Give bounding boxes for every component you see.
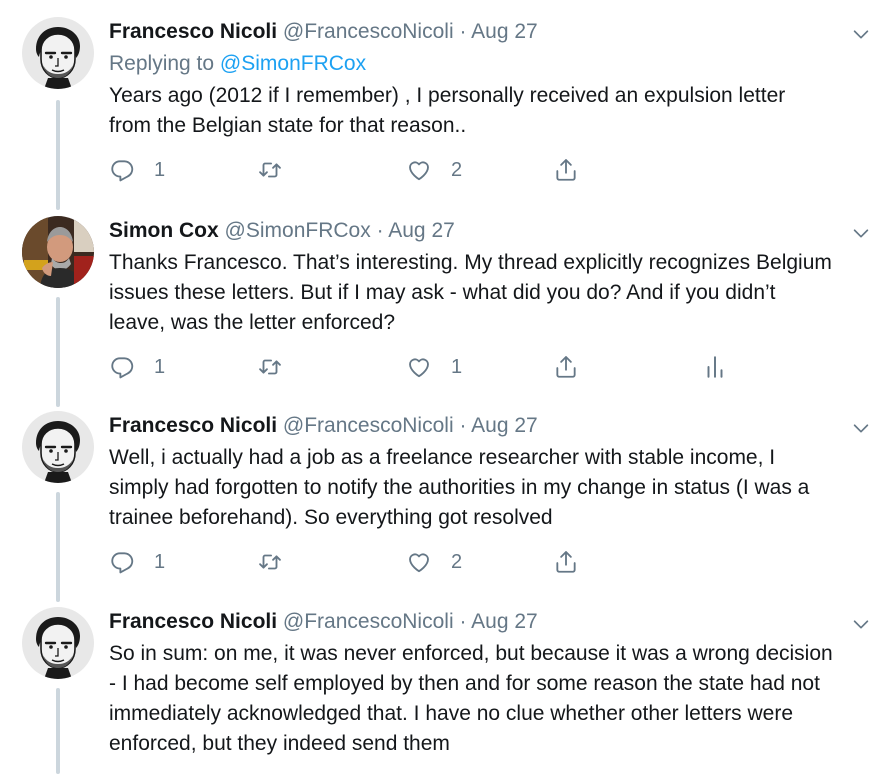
tweet-text: Well, i actually had a job as a freelanc… [109,443,879,533]
separator: · [459,414,467,437]
retweet-icon [257,549,283,575]
separator: · [459,610,467,633]
avatar[interactable] [22,216,94,288]
tweet-text-line: So in sum: on me, it was never enforced,… [109,642,833,665]
thread-line [56,297,60,407]
tweet-text: Years ago (2012 if I remember) , I perso… [109,81,879,141]
tweet-text-line: simply had forgotten to notify the autho… [109,476,810,499]
replying-prefix: Replying to [109,52,215,75]
tweet-actions: 1 1 [109,352,869,382]
like-count: 1 [451,355,463,378]
reply-button[interactable]: 1 [109,155,165,185]
like-button[interactable]: 2 [406,547,462,577]
author-name[interactable]: Francesco Nicoli [109,20,277,43]
like-count: 2 [451,550,463,573]
retweet-button[interactable] [257,155,283,185]
thread-line [56,100,60,210]
reply-icon [109,549,135,575]
tweet-text-line: enforced, but they indeed send them [109,732,450,755]
avatar[interactable] [22,607,94,679]
like-button[interactable]: 1 [406,352,462,382]
tweet-header: Simon Cox @SimonFRCox · Aug 27 [109,216,455,246]
replying-to: Replying to @SimonFRCox [109,49,366,79]
author-handle[interactable]: @FrancescoNicoli [283,20,454,43]
reply-button[interactable]: 1 [109,352,165,382]
avatar[interactable] [22,411,94,483]
share-button[interactable] [553,155,579,185]
tweet-text-line: Well, i actually had a job as a freelanc… [109,446,776,469]
reply-icon [109,157,135,183]
author-handle[interactable]: @FrancescoNicoli [283,414,454,437]
separator: · [376,219,384,242]
tweet-actions: 1 2 [109,547,869,577]
analytics-icon [702,354,728,380]
tweet-text-line: issues these letters. But if I may ask -… [109,281,776,304]
reply-count: 1 [154,355,166,378]
heart-icon [406,157,432,183]
tweet-text-line: leave, was the letter enforced? [109,311,396,334]
reply-count: 1 [154,158,166,181]
tweet-header: Francesco Nicoli @FrancescoNicoli · Aug … [109,411,538,441]
tweet-date[interactable]: Aug 27 [471,20,538,43]
like-count: 2 [451,158,463,181]
tweet-actions: 1 2 [109,155,869,185]
separator: · [459,20,467,43]
tweet-text-line: from the Belgian state for that reason.. [109,114,467,137]
share-button[interactable] [553,547,579,577]
author-handle[interactable]: @SimonFRCox [225,219,371,242]
tweet-text: Thanks Francesco. That’s interesting. My… [109,248,879,338]
share-icon [553,354,579,380]
thread-line [56,688,60,774]
reply-count: 1 [154,550,166,573]
tweet-text-line: Years ago (2012 if I remember) , I perso… [109,84,786,107]
share-button[interactable] [553,352,579,382]
tweet-date[interactable]: Aug 27 [388,219,455,242]
tweet-header: Francesco Nicoli @FrancescoNicoli · Aug … [109,607,538,637]
reply-icon [109,354,135,380]
heart-icon [406,354,432,380]
tweet-text: So in sum: on me, it was never enforced,… [109,639,879,759]
chevron-down-icon[interactable] [850,417,872,439]
like-button[interactable]: 2 [406,155,462,185]
tweet-text-line: Thanks Francesco. That’s interesting. My… [109,251,832,274]
share-icon [553,549,579,575]
thread-line [56,492,60,602]
author-handle[interactable]: @FrancescoNicoli [283,610,454,633]
replying-to-link[interactable]: @SimonFRCox [220,52,366,75]
avatar[interactable] [22,17,94,89]
retweet-button[interactable] [257,352,283,382]
chevron-down-icon[interactable] [850,222,872,244]
author-name[interactable]: Simon Cox [109,219,219,242]
tweet-date[interactable]: Aug 27 [471,610,538,633]
tweet-header: Francesco Nicoli @FrancescoNicoli · Aug … [109,17,538,47]
tweet-text-line: immediately acknowledged that. I have no… [109,702,794,725]
tweet-text-line: - I had become self employed by then and… [109,672,820,695]
share-icon [553,157,579,183]
tweet-text-line: trainee beforehand). So everything got r… [109,506,553,529]
retweet-button[interactable] [257,547,283,577]
heart-icon [406,549,432,575]
chevron-down-icon[interactable] [850,23,872,45]
author-name[interactable]: Francesco Nicoli [109,610,277,633]
tweet-date[interactable]: Aug 27 [471,414,538,437]
analytics-button[interactable] [702,352,728,382]
author-name[interactable]: Francesco Nicoli [109,414,277,437]
retweet-icon [257,157,283,183]
reply-button[interactable]: 1 [109,547,165,577]
retweet-icon [257,354,283,380]
chevron-down-icon[interactable] [850,613,872,635]
